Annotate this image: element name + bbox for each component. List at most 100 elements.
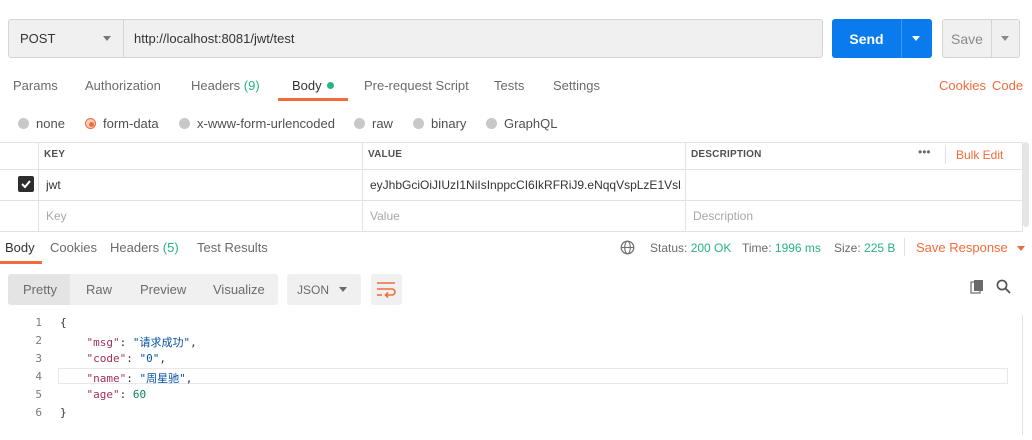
send-button[interactable]: Send — [832, 19, 932, 58]
chevron-down-icon — [1017, 246, 1026, 252]
json-line: "age": 60 — [86, 388, 147, 401]
radio-binary[interactable]: binary — [413, 116, 466, 131]
divider — [901, 19, 902, 58]
response-tab-test-results[interactable]: Test Results — [197, 240, 268, 255]
url-input[interactable]: http://localhost:8081/jwt/test — [123, 19, 823, 58]
method-select[interactable]: POST — [8, 19, 124, 58]
chevron-down-icon[interactable] — [912, 36, 920, 41]
tab-authorization[interactable]: Authorization — [85, 78, 161, 102]
more-icon[interactable]: ••• — [918, 145, 931, 159]
time-indicator: Time: 1996 ms — [742, 241, 821, 255]
row-value[interactable]: eyJhbGciOiJIUzI1NiIsInppcCI6IkRFRiJ9.eNq… — [370, 178, 682, 192]
json-key: "code" — [86, 352, 127, 365]
json-brace: { — [60, 316, 67, 329]
format-label: JSON — [297, 282, 330, 297]
table-border — [0, 231, 1022, 232]
radio-raw[interactable]: raw — [354, 116, 393, 131]
headers-count: (9) — [243, 78, 260, 93]
line-number: 1 — [35, 316, 42, 329]
radio-label: GraphQL — [504, 116, 558, 131]
key-placeholder[interactable]: Key — [46, 209, 67, 223]
globe-icon[interactable] — [620, 240, 635, 255]
copy-icon[interactable] — [970, 279, 985, 294]
view-raw-button[interactable]: Raw — [86, 274, 112, 305]
line-number: 5 — [35, 388, 42, 401]
radio-label: x-www-form-urlencoded — [197, 116, 335, 131]
scrollbar[interactable] — [1023, 142, 1029, 227]
description-placeholder[interactable]: Description — [693, 209, 753, 223]
tab-headers[interactable]: Headers (9) — [191, 78, 260, 102]
radio-graphql[interactable]: GraphQL — [486, 116, 557, 131]
line-number: 4 — [35, 370, 42, 383]
tab-body-label: Body — [292, 78, 322, 93]
search-icon[interactable] — [996, 279, 1011, 294]
response-tab-body[interactable]: Body — [5, 240, 35, 255]
view-visualize-button[interactable]: Visualize — [213, 274, 265, 305]
json-brace: } — [60, 406, 67, 419]
format-select[interactable]: JSON — [287, 274, 361, 305]
line-number: 2 — [35, 334, 42, 347]
time-value: 1996 ms — [774, 241, 821, 255]
cookies-link[interactable]: Cookies — [939, 78, 986, 102]
save-button[interactable]: Save — [942, 19, 1020, 58]
line-number: 3 — [35, 352, 42, 365]
json-line: } — [60, 406, 67, 419]
tab-tests[interactable]: Tests — [494, 78, 524, 102]
json-value: 60 — [132, 388, 147, 401]
size-label: Size: — [834, 241, 861, 255]
json-line: "msg": "请求成功", — [86, 336, 197, 349]
bulk-edit-link[interactable]: Bulk Edit — [956, 148, 1003, 162]
checkmark-icon — [21, 180, 31, 189]
response-tab-headers[interactable]: Headers (5) — [110, 240, 179, 255]
radio-icon — [18, 118, 29, 129]
tab-params[interactable]: Params — [13, 78, 58, 102]
scrollbar-track — [1022, 315, 1023, 435]
row-checkbox[interactable] — [18, 176, 34, 192]
radio-icon — [179, 118, 190, 129]
table-border — [362, 142, 363, 232]
response-tab-headers-label: Headers — [110, 240, 160, 255]
chevron-down-icon — [103, 36, 111, 41]
json-line: "code": "0", — [86, 352, 167, 365]
radio-none[interactable]: none — [18, 116, 65, 131]
save-response-button[interactable]: Save Response — [916, 240, 1026, 255]
json-key: "name" — [86, 372, 127, 385]
response-tab-cookies[interactable]: Cookies — [50, 240, 97, 255]
chevron-down-icon[interactable] — [1001, 36, 1009, 41]
size-indicator: Size: 225 B — [834, 241, 895, 255]
active-tab-indicator — [0, 261, 42, 264]
json-value: "0" — [139, 352, 160, 365]
size-value: 225 B — [864, 241, 896, 255]
tab-settings[interactable]: Settings — [553, 78, 600, 102]
response-headers-count: (5) — [162, 240, 179, 255]
status-dot-icon — [326, 82, 334, 90]
json-key: "age" — [86, 388, 120, 401]
tab-headers-label: Headers — [191, 78, 241, 93]
table-border — [0, 142, 1022, 143]
chevron-down-icon — [339, 287, 347, 292]
json-line: "name": "周星驰", — [86, 372, 193, 385]
table-border — [685, 142, 686, 232]
divider — [991, 20, 992, 57]
json-value: "周星驰" — [139, 372, 186, 385]
json-line: { — [60, 316, 67, 329]
wrap-lines-button[interactable] — [371, 274, 402, 305]
view-pretty-button[interactable]: Pretty — [8, 274, 70, 305]
radio-form-data[interactable]: form-data — [85, 116, 159, 131]
method-label: POST — [20, 31, 56, 46]
radio-label: binary — [431, 116, 467, 131]
row-key[interactable]: jwt — [46, 178, 346, 192]
line-number: 6 — [35, 406, 42, 419]
table-border — [0, 169, 1022, 170]
radio-label: form-data — [103, 116, 159, 131]
radio-x-www-form-urlencoded[interactable]: x-www-form-urlencoded — [179, 116, 335, 131]
column-header-key: KEY — [44, 149, 66, 160]
table-border — [38, 142, 39, 232]
json-key: "msg" — [86, 336, 120, 349]
code-link[interactable]: Code — [992, 78, 1023, 102]
status-indicator: Status: 200 OK — [650, 241, 731, 255]
view-preview-button[interactable]: Preview — [140, 274, 186, 305]
radio-icon — [354, 118, 365, 129]
value-placeholder[interactable]: Value — [370, 209, 400, 223]
tab-prerequest-script[interactable]: Pre-request Script — [364, 78, 469, 102]
